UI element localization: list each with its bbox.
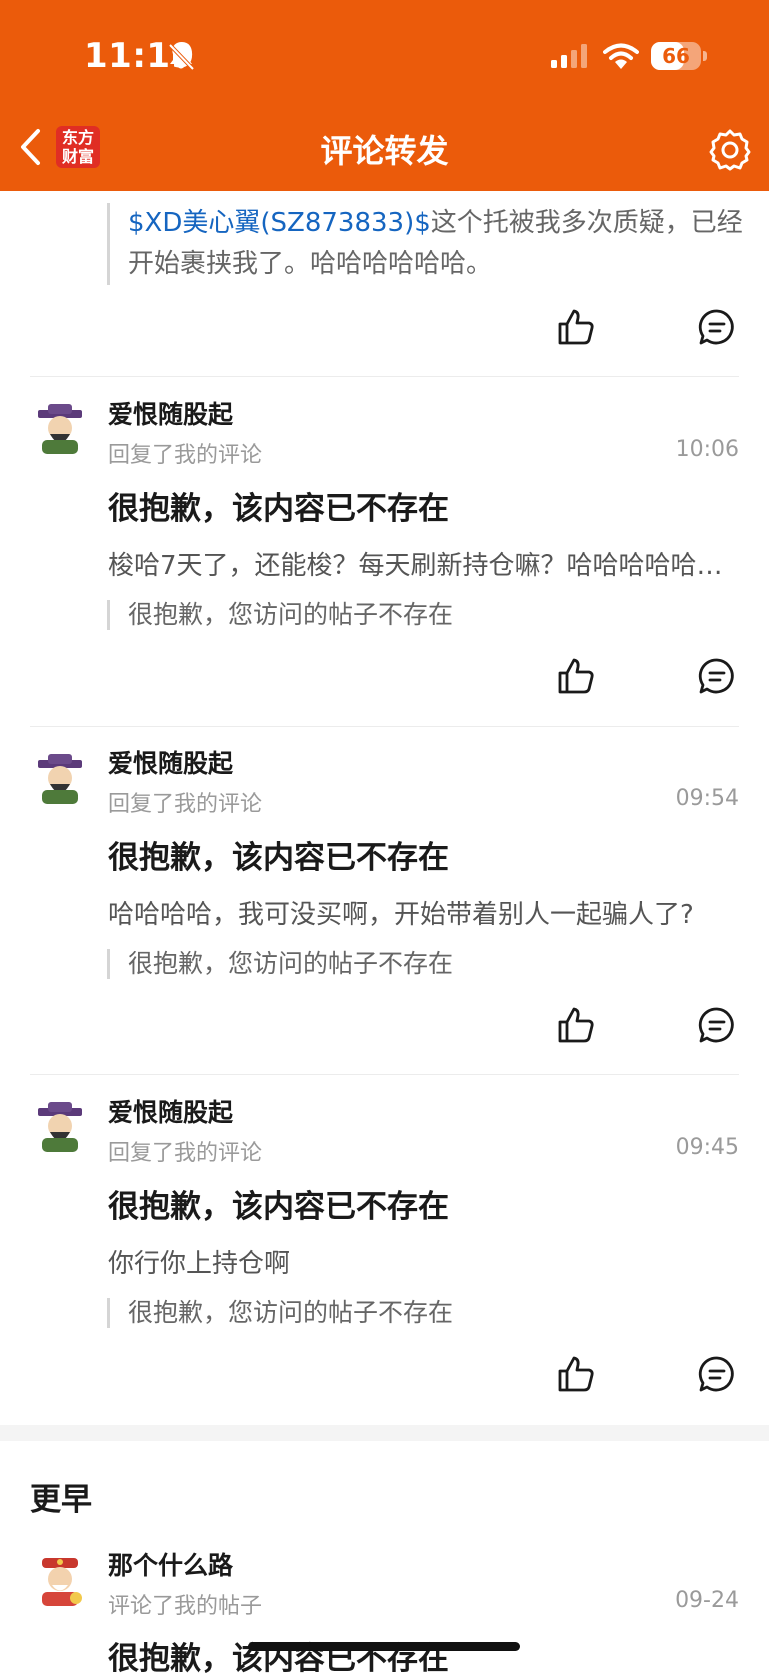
section-title-earlier: 更早 bbox=[30, 1482, 92, 1518]
action-text: 回复了我的评论 bbox=[108, 792, 263, 817]
reply-text[interactable]: 哈哈哈哈，我可没买啊，开始带着别人一起骗人了? bbox=[108, 894, 728, 931]
stock-link[interactable]: $XD美心翼(SZ873833)$ bbox=[128, 208, 431, 238]
battery-tip bbox=[703, 51, 707, 61]
quoted-post[interactable]: 很抱歉，您访问的帖子不存在 bbox=[107, 949, 453, 979]
reply-text[interactable]: 你行你上持仓啊 bbox=[108, 1243, 728, 1280]
action-text: 回复了我的评论 bbox=[108, 1141, 263, 1166]
timestamp: 10:06 bbox=[675, 437, 739, 462]
username[interactable]: 爱恨随股起 bbox=[108, 395, 233, 431]
comment-icon[interactable] bbox=[697, 656, 737, 696]
page-title: 评论转发 bbox=[320, 132, 449, 170]
avatar[interactable] bbox=[32, 1552, 88, 1608]
deleted-content-notice: 很抱歉，该内容已不存在 bbox=[108, 1641, 449, 1677]
thumbs-up-icon[interactable] bbox=[556, 656, 596, 696]
deleted-content-notice: 很抱歉，该内容已不存在 bbox=[108, 1189, 449, 1225]
reply-text[interactable]: 梭哈7天了，还能梭？每天刷新持仓嘛？哈哈哈哈哈哈哈哈 bbox=[108, 545, 728, 582]
thumbs-up-icon[interactable] bbox=[556, 1354, 596, 1394]
deleted-content-notice: 很抱歉，该内容已不存在 bbox=[108, 840, 449, 876]
thumbs-up-icon[interactable] bbox=[556, 1005, 596, 1045]
timestamp: 09-24 bbox=[675, 1588, 739, 1613]
username[interactable]: 爱恨随股起 bbox=[108, 744, 233, 780]
quoted-post[interactable]: 很抱歉，您访问的帖子不存在 bbox=[107, 600, 453, 630]
home-indicator[interactable] bbox=[248, 1642, 520, 1651]
quoted-post[interactable]: 很抱歉，您访问的帖子不存在 bbox=[107, 1298, 453, 1328]
username[interactable]: 爱恨随股起 bbox=[108, 1093, 233, 1129]
battery-icon: 66 bbox=[651, 42, 701, 70]
wifi-icon bbox=[603, 43, 639, 69]
comment-icon[interactable] bbox=[697, 1005, 737, 1045]
thumbs-up-icon[interactable] bbox=[556, 307, 596, 347]
comment-icon[interactable] bbox=[697, 1354, 737, 1394]
section-gap bbox=[0, 1425, 769, 1441]
deleted-content-notice: 很抱歉，该内容已不存在 bbox=[108, 491, 449, 527]
divider bbox=[30, 376, 739, 377]
avatar[interactable] bbox=[32, 400, 88, 456]
timestamp: 09:54 bbox=[675, 786, 739, 811]
avatar[interactable] bbox=[32, 1098, 88, 1154]
divider bbox=[30, 1074, 739, 1075]
divider bbox=[30, 726, 739, 727]
quoted-post[interactable]: $XD美心翼(SZ873833)$这个托被我多次质疑，已经开始裹挟我了。哈哈哈哈… bbox=[107, 203, 748, 285]
action-text: 评论了我的帖子 bbox=[108, 1594, 263, 1619]
gear-icon[interactable] bbox=[708, 128, 752, 172]
timestamp: 09:45 bbox=[675, 1135, 739, 1160]
signal-icon bbox=[551, 44, 587, 68]
battery-level: 66 bbox=[662, 44, 690, 68]
avatar[interactable] bbox=[32, 750, 88, 806]
username[interactable]: 那个什么路 bbox=[108, 1546, 233, 1582]
bell-slash-icon bbox=[168, 43, 195, 71]
comment-icon[interactable] bbox=[697, 307, 737, 347]
action-text: 回复了我的评论 bbox=[108, 443, 263, 468]
